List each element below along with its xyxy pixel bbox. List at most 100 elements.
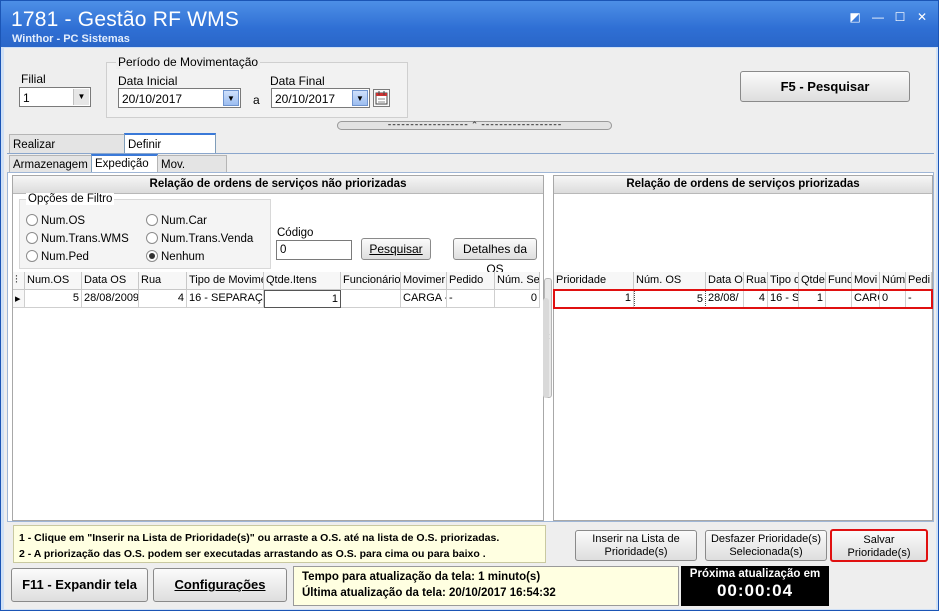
close-icon[interactable]: ✕: [914, 9, 930, 25]
desfazer-label-1: Desfazer Prioridade(s): [710, 533, 822, 545]
cell: -: [906, 290, 932, 308]
radio-num-car-label: Num.Car: [161, 215, 208, 227]
radio-icon: [26, 232, 38, 244]
cell: CARC: [852, 290, 880, 308]
radio-num-trans-wms[interactable]: Num.Trans.WMS: [26, 232, 129, 245]
col-pedido[interactable]: Pedi: [906, 272, 932, 290]
col-data-os[interactable]: Data O: [706, 272, 744, 290]
codigo-label: Código: [277, 227, 314, 239]
tab-mov-interna[interactable]: Mov. Interna: [157, 155, 227, 189]
inserir-label-2: Prioridade(s): [604, 546, 668, 558]
window-title: 1781 - Gestão RF WMS: [11, 8, 240, 31]
cell: 28/08/: [706, 290, 744, 308]
salvar-prioridade-button[interactable]: Salvar Prioridade(s): [830, 529, 928, 562]
col-rua[interactable]: Rua: [744, 272, 768, 290]
col-funcionario[interactable]: Funcionário: [341, 272, 401, 290]
col-rua[interactable]: Rua: [139, 272, 187, 290]
table-row[interactable]: 1 5 28/08/ 4 16 - S 1 CARC 0 -: [553, 289, 933, 309]
radio-nenhum[interactable]: Nenhum: [146, 250, 204, 263]
unprioritized-grid: ⫶ Num.OS Data OS Rua Tipo de Movime Qtde…: [13, 272, 543, 520]
maximize-icon[interactable]: ☐: [892, 9, 908, 25]
cell: CARGA -: [401, 290, 447, 308]
calendar-dropdown-icon[interactable]: ▼: [352, 90, 368, 106]
detalhes-os-button[interactable]: Detalhes da OS: [453, 238, 537, 276]
col-num[interactable]: Núm: [880, 272, 906, 290]
calendar-dropdown-icon[interactable]: ▼: [223, 90, 239, 106]
row-indicator-icon: ▸: [13, 290, 25, 308]
radio-num-os-label: Num.OS: [41, 215, 86, 227]
tab-expedicao[interactable]: Expedição: [91, 154, 158, 173]
data-final-field[interactable]: 20/10/2017 ▼: [271, 88, 370, 108]
col-qtde-itens[interactable]: Qtde.Itens: [264, 272, 341, 290]
unprioritized-panel: Relação de ordens de serviços não priori…: [12, 175, 544, 521]
cell: [826, 290, 852, 308]
instruction-2: 2 - A priorização das O.S. podem ser exe…: [19, 548, 486, 560]
cell: 16 - S: [768, 290, 799, 308]
radio-icon: [26, 214, 38, 226]
data-inicial-field[interactable]: 20/10/2017 ▼: [118, 88, 241, 108]
radio-num-car[interactable]: Num.Car: [146, 214, 207, 227]
col-num-os[interactable]: Núm. OS: [634, 272, 706, 290]
desfazer-prioridade-button[interactable]: Desfazer Prioridade(s) Selecionada(s): [705, 530, 827, 561]
col-pedido[interactable]: Pedido: [447, 272, 495, 290]
scrollbar-thumb[interactable]: [543, 298, 549, 398]
title-bar[interactable]: 1781 - Gestão RF WMS Winthor - PC Sistem…: [1, 1, 938, 47]
grid-header: Prioridade Núm. OS Data O Rua Tipo d Qtd…: [554, 272, 932, 290]
tab-definir-prioridade[interactable]: Definir Prioridade: [124, 133, 216, 171]
col-prioridade[interactable]: Prioridade: [554, 272, 634, 290]
pesquisar-button[interactable]: Pesquisar: [361, 238, 431, 260]
status-last-update: Última atualização da tela: 20/10/2017 1…: [302, 587, 556, 599]
cell: -: [447, 290, 495, 308]
radio-num-ped[interactable]: Num.Ped: [26, 250, 89, 263]
f11-expand-button[interactable]: F11 - Expandir tela: [11, 568, 148, 602]
codigo-input[interactable]: 0: [276, 240, 352, 260]
col-movimento[interactable]: Movi: [852, 272, 880, 290]
client-area: Filial 1 ▼ Período de Movimentação Data …: [4, 48, 936, 609]
configuracoes-button[interactable]: Configurações: [153, 568, 287, 602]
unprioritized-title: Relação de ordens de serviços não priori…: [13, 176, 543, 194]
col-tipo-movimento[interactable]: Tipo de Movime: [187, 272, 264, 290]
radio-num-trans-wms-label: Num.Trans.WMS: [41, 233, 129, 245]
cell: 4: [744, 290, 768, 308]
tab-armazenagem[interactable]: Armazenagem: [9, 155, 92, 173]
collapse-splitter[interactable]: ⁃⁃⁃⁃⁃⁃⁃⁃⁃⁃⁃⁃⁃⁃⁃⁃⁃⁃ ⌃ ⁃⁃⁃⁃⁃⁃⁃⁃⁃⁃⁃⁃⁃⁃⁃⁃⁃⁃: [337, 121, 612, 130]
salvar-label-2: Prioridade(s): [847, 547, 911, 559]
prioritized-panel: Relação de ordens de serviços priorizada…: [553, 175, 933, 521]
calendar-icon[interactable]: [373, 89, 390, 107]
configuracoes-label: Configurações: [174, 577, 266, 592]
cell: 1: [799, 290, 826, 308]
instruction-1: 1 - Clique em "Inserir na Lista de Prior…: [19, 532, 500, 544]
chevron-down-icon[interactable]: ▼: [73, 89, 89, 105]
instructions-box: 1 - Clique em "Inserir na Lista de Prior…: [13, 525, 546, 563]
desfazer-label-2: Selecionada(s): [729, 546, 803, 558]
radio-num-trans-venda[interactable]: Num.Trans.Venda: [146, 232, 253, 245]
cell: 4: [139, 290, 187, 308]
radio-selected-icon: [146, 250, 158, 262]
restore-icon[interactable]: ◩: [847, 9, 863, 25]
col-tipo[interactable]: Tipo d: [768, 272, 799, 290]
cell: 28/08/2009: [82, 290, 139, 308]
col-num-os[interactable]: Num.OS: [25, 272, 82, 290]
col-movimento[interactable]: Movimer: [401, 272, 447, 290]
col-qtde[interactable]: Qtde: [799, 272, 826, 290]
radio-num-os[interactable]: Num.OS: [26, 214, 85, 227]
cell: 5: [25, 290, 82, 308]
next-update-label: Próxima atualização em: [689, 568, 821, 580]
cell: 16 - SEPARAÇÃ: [187, 290, 264, 308]
inserir-prioridade-button[interactable]: Inserir na Lista de Prioridade(s): [575, 530, 697, 561]
radio-icon: [146, 232, 158, 244]
filter-options-title: Opções de Filtro: [26, 193, 115, 205]
f5-search-button[interactable]: F5 - Pesquisar: [740, 71, 910, 102]
col-num-se[interactable]: Núm. Se: [495, 272, 540, 290]
filial-select[interactable]: 1 ▼: [19, 87, 91, 107]
radio-nenhum-label: Nenhum: [161, 251, 205, 263]
cell: 5: [634, 290, 706, 308]
radio-num-trans-venda-label: Num.Trans.Venda: [161, 233, 254, 245]
table-row[interactable]: ▸ 5 28/08/2009 4 16 - SEPARAÇÃ 1 CARGA -…: [13, 290, 540, 308]
col-data-os[interactable]: Data OS: [82, 272, 139, 290]
data-final-value: 20/10/2017: [275, 92, 336, 106]
col-funcionario[interactable]: Func: [826, 272, 852, 290]
filial-label: Filial: [21, 72, 46, 86]
minimize-icon[interactable]: —: [870, 9, 886, 25]
tab-realizar-convocacao[interactable]: Realizar Convocação: [9, 134, 125, 171]
